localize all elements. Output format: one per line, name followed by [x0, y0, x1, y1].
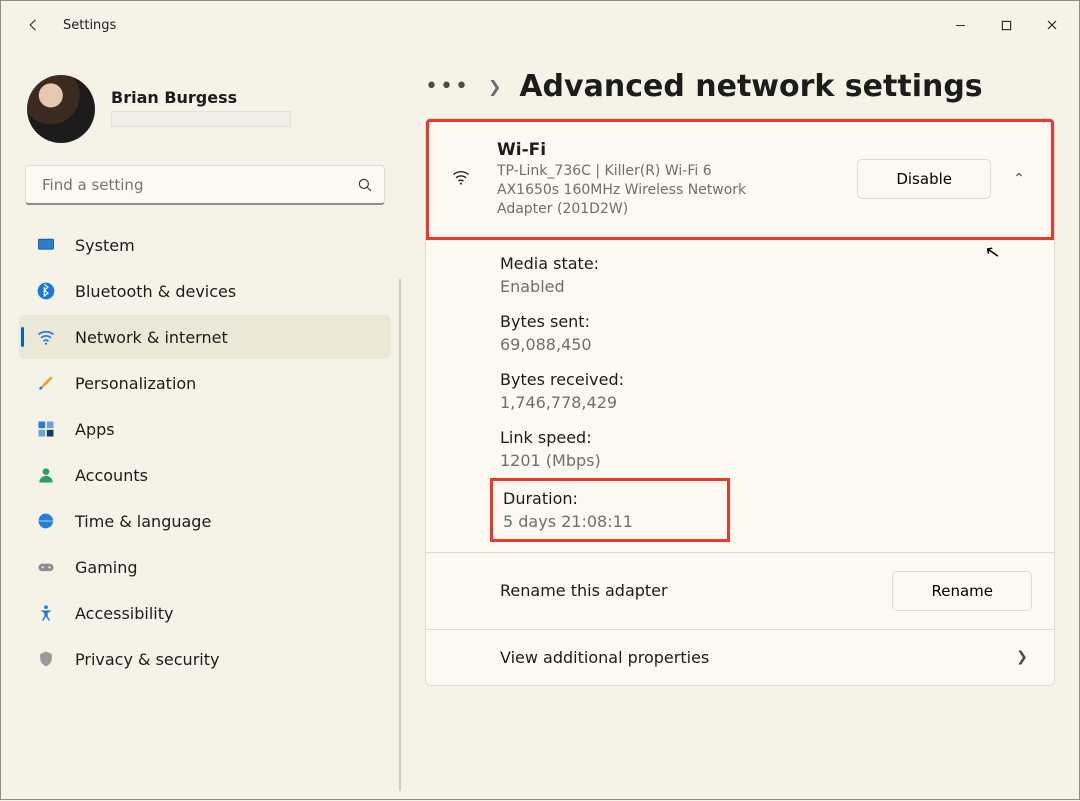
- search-input[interactable]: [40, 175, 356, 195]
- kv-key: Bytes received:: [500, 370, 1054, 389]
- breadcrumb: ••• ❯ Advanced network settings: [425, 69, 1055, 104]
- wifi-adapter-card: Wi-Fi TP-Link_736C | Killer(R) Wi-Fi 6 A…: [425, 118, 1055, 686]
- breadcrumb-more-button[interactable]: •••: [425, 74, 470, 99]
- apps-icon: [35, 418, 57, 440]
- sidebar-item-system[interactable]: System: [19, 223, 391, 267]
- user-email-redacted: [111, 111, 291, 127]
- chevron-up-icon[interactable]: ⌃: [1009, 171, 1029, 187]
- wifi-icon: [451, 167, 479, 191]
- user-name: Brian Burgess: [111, 88, 291, 107]
- sidebar-item-accounts[interactable]: Accounts: [19, 453, 391, 497]
- rename-adapter-row: Rename this adapter Rename: [426, 552, 1054, 629]
- maximize-icon: [1001, 20, 1012, 31]
- sidebar-item-time-language[interactable]: Time & language: [19, 499, 391, 543]
- shield-icon: [35, 648, 57, 670]
- wifi-title: Wi-Fi: [497, 140, 839, 160]
- sidebar-item-apps[interactable]: Apps: [19, 407, 391, 451]
- sidebar-item-gaming[interactable]: Gaming: [19, 545, 391, 589]
- window-maximize-button[interactable]: [983, 9, 1029, 41]
- sidebar-item-label: Gaming: [75, 558, 138, 577]
- accessibility-icon: [35, 602, 57, 624]
- kv-value: 69,088,450: [500, 335, 1054, 354]
- kv-bytes-received: Bytes received: 1,746,778,429: [500, 362, 1054, 420]
- sidebar-item-label: Accounts: [75, 466, 148, 485]
- kv-key: Duration:: [503, 489, 717, 508]
- kv-media-state: Media state: Enabled: [500, 246, 1054, 304]
- view-properties-label: View additional properties: [500, 648, 994, 667]
- kv-key: Bytes sent:: [500, 312, 1054, 331]
- kv-key: Media state:: [500, 254, 1054, 273]
- paintbrush-icon: [35, 372, 57, 394]
- kv-duration: Duration: 5 days 21:08:11: [490, 478, 730, 542]
- sidebar-item-privacy[interactable]: Privacy & security: [19, 637, 391, 681]
- sidebar: Brian Burgess System Bluetooth & devices…: [1, 49, 401, 801]
- kv-link-speed: Link speed: 1201 (Mbps): [500, 420, 1054, 478]
- sidebar-item-label: System: [75, 236, 135, 255]
- wifi-description: TP-Link_736C | Killer(R) Wi-Fi 6 AX1650s…: [497, 162, 777, 219]
- kv-value: 5 days 21:08:11: [503, 512, 717, 531]
- bluetooth-icon: [35, 280, 57, 302]
- person-icon: [35, 464, 57, 486]
- kv-value: 1,746,778,429: [500, 393, 1054, 412]
- window-title: Settings: [63, 18, 116, 33]
- search-box[interactable]: [25, 165, 385, 205]
- sidebar-item-label: Personalization: [75, 374, 196, 393]
- kv-key: Link speed:: [500, 428, 1054, 447]
- chevron-right-icon: ❯: [1012, 649, 1032, 665]
- wifi-icon: [35, 326, 57, 348]
- globe-clock-icon: [35, 510, 57, 532]
- title-bar: Settings: [1, 1, 1079, 49]
- rename-button[interactable]: Rename: [892, 571, 1032, 611]
- sidebar-item-label: Bluetooth & devices: [75, 282, 236, 301]
- close-icon: [1046, 19, 1058, 31]
- profile-block[interactable]: Brian Burgess: [19, 67, 391, 165]
- arrow-left-icon: [25, 16, 43, 34]
- avatar: [27, 75, 95, 143]
- system-icon: [35, 234, 57, 256]
- wifi-details: Media state: Enabled Bytes sent: 69,088,…: [426, 240, 1054, 552]
- page-title: Advanced network settings: [519, 69, 982, 104]
- sidebar-item-accessibility[interactable]: Accessibility: [19, 591, 391, 635]
- gamepad-icon: [35, 556, 57, 578]
- wifi-header-row[interactable]: Wi-Fi TP-Link_736C | Killer(R) Wi-Fi 6 A…: [426, 119, 1054, 240]
- back-button[interactable]: [13, 4, 55, 46]
- search-icon: [356, 176, 374, 194]
- kv-value: Enabled: [500, 277, 1054, 296]
- sidebar-item-label: Privacy & security: [75, 650, 219, 669]
- main-content: ••• ❯ Advanced network settings Wi-Fi TP…: [401, 49, 1079, 801]
- kv-value: 1201 (Mbps): [500, 451, 1054, 470]
- window-close-button[interactable]: [1029, 9, 1075, 41]
- rename-title: Rename this adapter: [500, 581, 874, 600]
- chevron-right-icon: ❯: [488, 77, 501, 96]
- sidebar-item-label: Network & internet: [75, 328, 228, 347]
- minimize-icon: [955, 20, 966, 31]
- window-minimize-button[interactable]: [937, 9, 983, 41]
- sidebar-item-bluetooth[interactable]: Bluetooth & devices: [19, 269, 391, 313]
- sidebar-item-personalization[interactable]: Personalization: [19, 361, 391, 405]
- sidebar-item-label: Accessibility: [75, 604, 173, 623]
- sidebar-scrollbar[interactable]: [399, 279, 401, 791]
- disable-button[interactable]: Disable: [857, 159, 991, 199]
- sidebar-nav: System Bluetooth & devices Network & int…: [19, 223, 391, 681]
- sidebar-item-label: Apps: [75, 420, 115, 439]
- view-properties-row[interactable]: View additional properties ❯: [426, 629, 1054, 685]
- sidebar-item-network[interactable]: Network & internet: [19, 315, 391, 359]
- sidebar-item-label: Time & language: [75, 512, 211, 531]
- kv-bytes-sent: Bytes sent: 69,088,450: [500, 304, 1054, 362]
